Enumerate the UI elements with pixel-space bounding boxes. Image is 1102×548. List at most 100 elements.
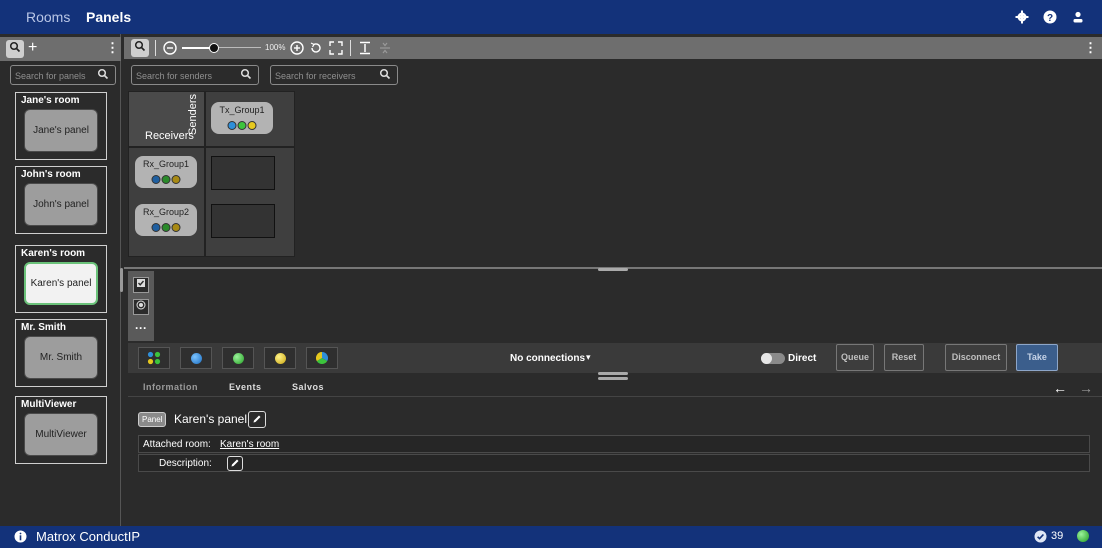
sender-header-cell: Tx_Group1 — [205, 91, 295, 147]
disconnect-button[interactable]: Disconnect — [945, 344, 1007, 371]
reset-zoom-icon[interactable] — [309, 41, 323, 55]
tx-group-label: Tx_Group1 — [219, 105, 265, 115]
take-button[interactable]: Take — [1016, 344, 1058, 371]
reset-button[interactable]: Reset — [884, 344, 924, 371]
toolbar-divider — [155, 40, 156, 56]
tab-panels[interactable]: Panels — [86, 9, 131, 25]
panel-card[interactable]: John's panel — [24, 183, 98, 226]
senders-search-input[interactable] — [136, 69, 237, 82]
crosspoint-cell[interactable] — [211, 204, 275, 238]
tab-information[interactable]: Information — [143, 382, 198, 392]
status-dots — [151, 223, 181, 232]
pane-resize-handle[interactable] — [598, 268, 628, 271]
sidebar-resize-handle[interactable] — [120, 268, 123, 292]
check-all-button[interactable] — [133, 277, 149, 293]
expand-vertical-icon[interactable] — [358, 41, 372, 55]
zoom-level: 100% — [265, 43, 286, 52]
filter-all-button[interactable] — [138, 347, 170, 369]
panels-sidebar: + ⋮ Jane's room Jane's panel John's room… — [0, 34, 121, 526]
search-toggle-button[interactable] — [131, 39, 149, 57]
tx-group-pill[interactable]: Tx_Group1 — [211, 102, 273, 134]
collapse-vertical-icon[interactable] — [378, 41, 392, 55]
panels-search-field[interactable] — [10, 65, 116, 85]
direct-toggle[interactable] — [761, 353, 785, 364]
tab-events[interactable]: Events — [229, 382, 262, 392]
room-item[interactable]: MultiViewer MultiViewer — [15, 396, 107, 464]
video-dot-icon — [190, 352, 202, 364]
radio-select-button[interactable] — [133, 299, 149, 315]
brand-name: Matrox ConductIP — [36, 529, 141, 544]
crosspoint-cell[interactable] — [211, 156, 275, 190]
yellow-dot-icon — [171, 223, 181, 232]
search-icon — [9, 41, 21, 53]
receivers-search-field[interactable] — [270, 65, 398, 85]
room-item[interactable]: Jane's room Jane's panel — [15, 92, 107, 160]
sidebar-toolbar: + ⋮ — [0, 37, 121, 61]
room-item[interactable]: John's room John's panel — [15, 166, 107, 234]
edit-name-button[interactable] — [248, 411, 266, 428]
panel-name: Karen's panel — [174, 412, 248, 426]
filter-audio-button[interactable] — [222, 347, 254, 369]
panel-card[interactable]: Mr. Smith — [24, 336, 98, 379]
zoom-slider-handle[interactable] — [209, 43, 219, 53]
radio-icon — [136, 300, 146, 310]
rx-group-pill[interactable]: Rx_Group1 — [135, 156, 197, 188]
search-icon — [97, 68, 109, 80]
tab-rooms[interactable]: Rooms — [26, 9, 70, 25]
blue-dot-icon — [151, 223, 161, 232]
pencil-icon — [231, 459, 239, 467]
attached-room-link[interactable]: Karen's room — [220, 439, 279, 450]
svg-text:?: ? — [1047, 13, 1053, 24]
green-dot-icon — [161, 175, 171, 184]
room-item[interactable]: Mr. Smith Mr. Smith — [15, 319, 107, 387]
more-menu-icon[interactable]: ⋮ — [1084, 40, 1097, 56]
chevron-down-icon[interactable]: ▾ — [586, 352, 591, 363]
zoom-slider-track — [219, 47, 261, 48]
status-dots — [151, 175, 181, 184]
senders-search-field[interactable] — [131, 65, 259, 85]
panel-card-selected[interactable]: Karen's panel — [24, 262, 98, 305]
crosspoint-column — [205, 147, 295, 257]
filter-video-button[interactable] — [180, 347, 212, 369]
room-title: MultiViewer — [21, 399, 77, 410]
room-title: Mr. Smith — [21, 322, 67, 333]
search-icon — [240, 68, 252, 80]
tab-salvos[interactable]: Salvos — [292, 382, 324, 392]
panel-card[interactable]: MultiViewer — [24, 413, 98, 456]
room-item-selected[interactable]: Karen's room Karen's panel — [15, 245, 107, 313]
rx-group-label: Rx_Group1 — [142, 159, 190, 169]
notification-count: 39 — [1051, 530, 1064, 542]
search-toggle-button[interactable] — [6, 40, 24, 58]
more-options-icon[interactable]: ··· — [135, 321, 147, 335]
filter-mixed-button[interactable] — [306, 347, 338, 369]
room-title: Karen's room — [21, 248, 86, 259]
zoom-out-icon[interactable] — [163, 41, 177, 55]
fit-to-screen-icon[interactable] — [329, 41, 343, 55]
user-icon[interactable] — [1071, 10, 1085, 24]
help-icon[interactable]: ? — [1043, 10, 1057, 24]
pane-resize-handle[interactable] — [598, 372, 628, 375]
connection-bar: No connections ▾ Direct Queue Reset Disc… — [128, 343, 1102, 373]
search-input[interactable] — [15, 69, 99, 82]
receivers-search-input[interactable] — [275, 69, 376, 82]
search-icon — [134, 40, 146, 52]
tab-divider — [128, 396, 1102, 397]
search-icon — [379, 68, 391, 80]
info-icon[interactable] — [14, 530, 27, 543]
back-arrow-icon[interactable]: ← — [1053, 380, 1067, 396]
top-navigation-bar: Rooms Panels ? — [0, 0, 1102, 34]
yellow-dot-icon — [247, 121, 257, 130]
filter-ancillary-button[interactable] — [264, 347, 296, 369]
zoom-in-icon[interactable] — [290, 41, 304, 55]
badge-check-icon[interactable] — [1034, 530, 1047, 543]
forward-arrow-icon[interactable]: → — [1079, 380, 1093, 396]
connections-dropdown[interactable]: No connections — [510, 353, 585, 364]
rx-group-pill[interactable]: Rx_Group2 — [135, 204, 197, 236]
queue-button[interactable]: Queue — [836, 344, 874, 371]
edit-description-button[interactable] — [227, 456, 243, 471]
panel-card[interactable]: Jane's panel — [24, 109, 98, 152]
gear-icon[interactable] — [1015, 10, 1029, 24]
pane-resize-handle[interactable] — [598, 377, 628, 380]
add-icon[interactable]: + — [28, 39, 37, 57]
more-menu-icon[interactable]: ⋮ — [106, 40, 119, 56]
